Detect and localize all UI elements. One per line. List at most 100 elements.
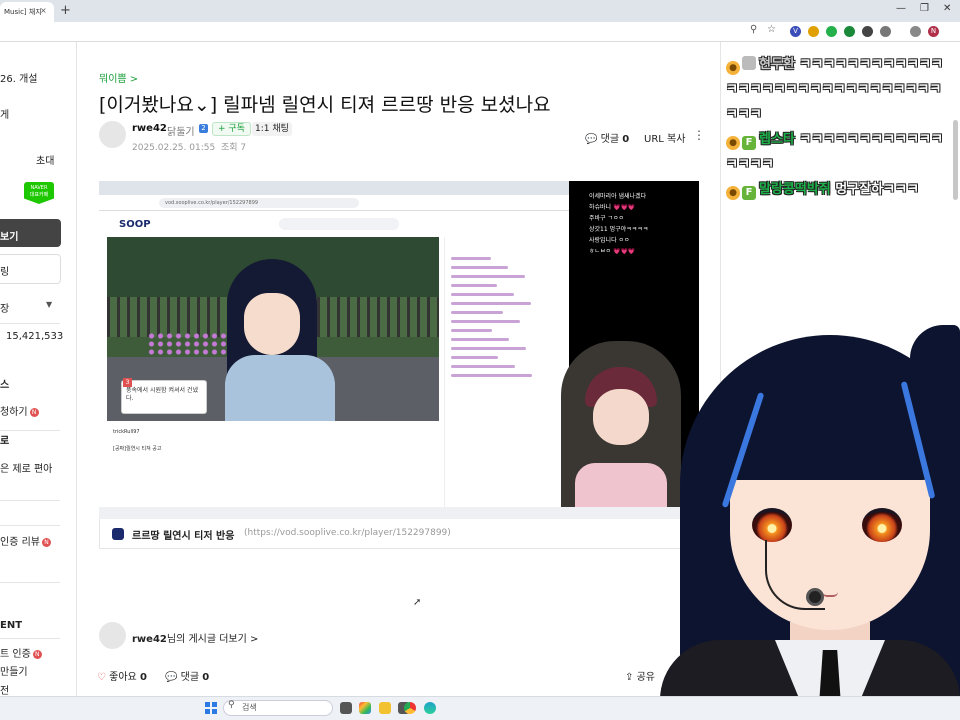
soop-link-icon [112, 528, 124, 540]
sidebar-item[interactable]: 링 [0, 263, 9, 278]
embedded-search [279, 218, 399, 230]
chat-username: 현두환 [759, 57, 795, 72]
file-explorer-icon[interactable] [379, 702, 391, 714]
overlay-chat-line: ㅎㄴㅂㅇ 💗💗💗 [589, 248, 636, 255]
link-title[interactable]: 르르땅 릴연시 티저 반응 [132, 527, 234, 542]
scrollbar[interactable] [953, 120, 958, 200]
copilot-icon[interactable] [359, 702, 371, 714]
author-avatar[interactable] [99, 121, 126, 148]
like-button[interactable]: ♡ 좋아요 0 [97, 668, 147, 683]
sidebar-item[interactable]: 인증 리뷰 N [0, 533, 51, 548]
grade-badge: 2 [199, 124, 208, 133]
sidebar-item-label: 은 제로 편아 [0, 464, 53, 475]
embedded-address-bar: vod.sooplive.co.kr/player/152297899 [99, 195, 569, 211]
sidebar-item[interactable]: 게 [0, 106, 9, 121]
sidebar-item[interactable]: 장 [0, 300, 9, 315]
embedded-chat-row [451, 302, 531, 305]
sidebar-item[interactable]: 15,421,533 [6, 331, 63, 342]
post-date: 2025.02.25. 01:55 [132, 143, 216, 153]
extension-icon[interactable] [862, 26, 873, 37]
sidebar-item-label: 장 [0, 304, 10, 315]
like-label: 좋아요 [109, 672, 137, 683]
comment-icon: 💬 [585, 134, 598, 145]
tab-close-icon[interactable]: × [40, 6, 47, 15]
puzzle-icon[interactable] [880, 26, 891, 37]
more-options-icon[interactable]: ⋮ [693, 128, 705, 142]
new-tab-icon[interactable]: + [60, 3, 71, 18]
embedded-chat-row [451, 284, 497, 287]
close-window-icon[interactable]: ✕ [943, 3, 951, 14]
sidebar-item-label: 만들기 [0, 667, 28, 678]
taskbar-search[interactable]: 검색 [223, 700, 333, 716]
url-copy-button[interactable]: URL 복사 [644, 130, 685, 145]
divider [0, 525, 60, 526]
comment-button[interactable]: 💬 댓글 0 [165, 668, 209, 683]
tab-title: Music] 채지 [4, 8, 42, 16]
chat-message: ● 현두환 ㅋㅋㅋㅋㅋㅋㅋㅋㅋㅋㅋㅋㅋㅋㅋㅋㅋㅋㅋㅋㅋㅋㅋㅋㅋㅋㅋㅋㅋㅋㅋㅋㅋ [726, 52, 948, 127]
heart-icon: ♡ [97, 672, 106, 683]
chevron-down-icon[interactable]: ▼ [46, 300, 52, 309]
screen: Music] 채지 × + — ❐ ✕ ⚲ ☆ V N NAVER 대표카페 ▼… [0, 0, 960, 720]
minimize-icon[interactable]: — [896, 3, 906, 14]
embedded-chat-row [451, 329, 492, 332]
share-button[interactable]: ⇪ 공유 [625, 668, 655, 683]
embedded-overlay-chat: 이세마리아 냄새나겠다 하슈바니 💗💗💗 주바구 ㄱㅇㅇ 상갓11 멍구야ㅋㅋㅋㅋ 사랑… [589, 191, 694, 257]
view-count: 조회 7 [220, 143, 247, 153]
sidebar-item[interactable]: 전 [0, 682, 9, 697]
subtitle-number: 3 [123, 378, 132, 387]
extension-icon[interactable] [910, 26, 921, 37]
subscribe-button[interactable]: + 구독 [212, 122, 251, 136]
maximize-icon[interactable]: ❐ [920, 3, 929, 14]
embedded-screenshot[interactable]: vod.sooplive.co.kr/player/152297899 SOOP… [99, 181, 699, 519]
sidebar-item[interactable]: 청하기 N [0, 403, 39, 418]
comment-button[interactable]: 💬 댓글 0 [585, 130, 629, 145]
author-name: rwe42 [132, 634, 167, 645]
sidebar-item[interactable]: 26. 개설 [0, 70, 37, 85]
sidebar-item[interactable]: 만들기 [0, 663, 28, 678]
browser-tab-bar [0, 0, 960, 22]
embedded-chat-row [451, 266, 508, 269]
search-icon: ⚲ [228, 700, 235, 710]
sidebar-item[interactable]: 스 [0, 376, 9, 391]
sidebar-item[interactable]: 트 인증 N [0, 645, 42, 660]
task-view-icon[interactable] [340, 702, 352, 714]
windows-start-icon[interactable] [205, 702, 217, 714]
chat-emoji-badge-icon: ● [726, 136, 740, 150]
extension-icon[interactable] [844, 26, 855, 37]
chat-emoji-badge-icon: ● [726, 61, 740, 75]
bookmark-star-icon[interactable]: ☆ [767, 24, 776, 35]
sidebar-item[interactable]: ENT [0, 620, 22, 631]
link-card[interactable]: 르르땅 릴연시 티저 반응 (https://vod.sooplive.co.k… [99, 519, 699, 549]
divider [0, 500, 60, 501]
embedded-video-title: [공짜]릴연시 티져 공고 [113, 446, 162, 452]
divider [0, 430, 60, 431]
one-on-one-chat-button[interactable]: 1:1 채팅 [252, 122, 292, 136]
embedded-chat-row [451, 365, 515, 368]
profile-avatar[interactable]: N [928, 26, 939, 37]
chat-emoji-badge-icon: ● [726, 186, 740, 200]
post-meta: 2025.02.25. 01:55 조회 7 [132, 140, 246, 153]
edge-icon[interactable] [424, 702, 436, 714]
author-name[interactable]: rwe42 [132, 123, 167, 134]
sidebar-item[interactable]: 보기 [0, 228, 18, 243]
embedded-chat-row [451, 320, 520, 323]
sidebar-item[interactable]: 초대 [36, 152, 54, 167]
author-avatar[interactable] [99, 622, 126, 649]
more-posts-link[interactable]: rwe42님의 게시글 더보기 > [132, 630, 258, 645]
headset-mic-icon [806, 588, 824, 606]
sidebar-item[interactable]: 은 제로 편아 [0, 460, 52, 475]
vtuber-eye [862, 508, 902, 542]
comment-count: 0 [622, 134, 630, 145]
embedded-chat-row [451, 347, 526, 350]
chrome-icon[interactable] [404, 702, 416, 714]
extension-icon[interactable] [826, 26, 837, 37]
fan-badge-icon: F [742, 136, 756, 150]
extension-icon[interactable]: V [790, 26, 801, 37]
link-url[interactable]: (https://vod.sooplive.co.kr/player/15229… [244, 528, 451, 538]
extension-icon[interactable] [808, 26, 819, 37]
breadcrumb[interactable]: 뭐이쁨 > [99, 70, 138, 85]
zoom-icon[interactable]: ⚲ [750, 24, 757, 35]
sidebar-item-label: 청하기 [0, 407, 28, 418]
windows-taskbar [0, 696, 960, 720]
sidebar-item[interactable]: 로 [0, 432, 9, 447]
